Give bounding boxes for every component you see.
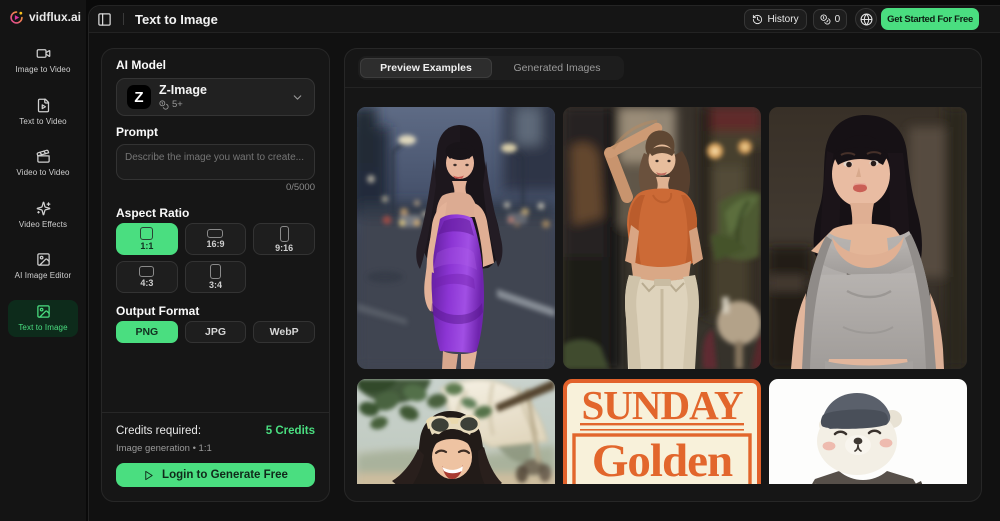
svg-text:SUNDAY: SUNDAY bbox=[581, 382, 742, 428]
svg-text:Golden: Golden bbox=[592, 435, 733, 484]
